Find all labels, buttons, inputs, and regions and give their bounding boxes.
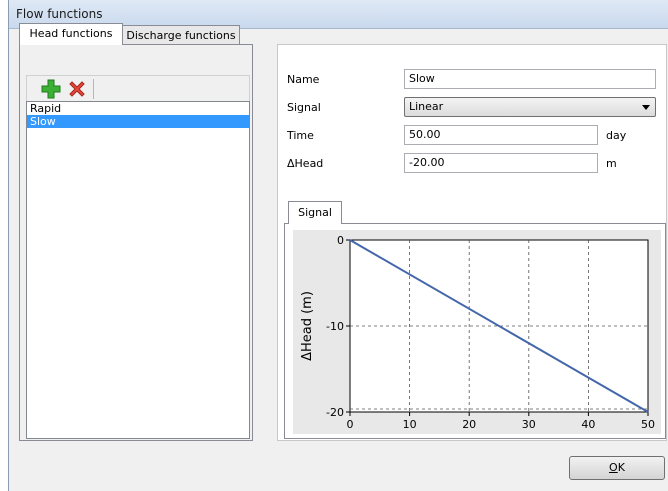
x-tick-label: 50 [641, 418, 655, 431]
flow-functions-window: Flow functions Head functions Discharge … [8, 0, 668, 491]
signal-select[interactable]: Linear [404, 97, 656, 117]
time-label: Time [287, 129, 314, 142]
dhead-label: ΔHead [287, 157, 324, 170]
y-axis-label: ΔHead (m) [300, 291, 315, 361]
functions-toolbar [26, 75, 250, 103]
list-item[interactable]: Slow [27, 115, 249, 128]
head-functions-panel: Rapid Slow [19, 44, 253, 441]
list-item[interactable]: Rapid [27, 102, 249, 115]
ok-accesskey: O [609, 461, 618, 474]
x-tick-label: 40 [581, 418, 595, 431]
ok-label-rest: K [617, 461, 625, 474]
name-field[interactable]: Slow [404, 69, 656, 89]
x-tick-label: 30 [522, 418, 536, 431]
delete-x-icon[interactable] [67, 79, 87, 99]
function-details-panel: Name Slow Signal Linear Time 50.00 day Δ… [277, 44, 667, 452]
y-tick-label: 0 [337, 234, 344, 247]
x-tick-label: 0 [347, 418, 354, 431]
dhead-unit: m [606, 157, 617, 170]
window-title: Flow functions [16, 7, 103, 21]
tab-signal[interactable]: Signal [288, 201, 342, 224]
functions-list[interactable]: Rapid Slow [26, 101, 250, 439]
x-tick-label: 20 [462, 418, 476, 431]
x-tick-label: 10 [403, 418, 417, 431]
signal-select-value: Linear [409, 100, 444, 113]
toolbar-separator [93, 79, 94, 99]
chevron-down-icon [642, 105, 650, 110]
time-field[interactable]: 50.00 [404, 125, 598, 145]
ok-button[interactable]: OK [569, 456, 665, 480]
tab-head-functions[interactable]: Head functions [19, 23, 123, 45]
plus-icon[interactable] [41, 79, 61, 99]
signal-label: Signal [287, 101, 321, 114]
y-tick-label: -10 [326, 320, 344, 333]
signal-tab-content: 010203040500-10-20Time (day)ΔHead (m) [284, 223, 666, 452]
name-label: Name [287, 73, 320, 86]
dhead-field[interactable]: -20.00 [404, 153, 598, 173]
tab-discharge-functions[interactable]: Discharge functions [122, 25, 240, 45]
signal-chart-svg: 010203040500-10-20Time (day)ΔHead (m) [300, 234, 655, 452]
y-tick-label: -20 [326, 406, 344, 419]
signal-chart: 010203040500-10-20Time (day)ΔHead (m) [293, 230, 661, 452]
time-unit: day [606, 129, 627, 142]
